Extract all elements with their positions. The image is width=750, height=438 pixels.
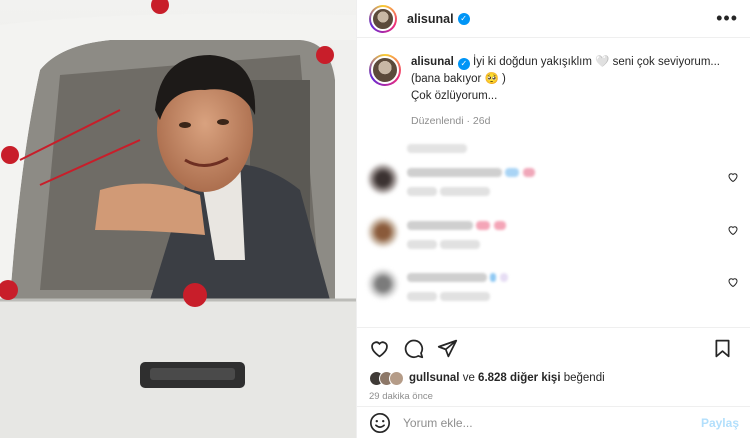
- list-item: [369, 268, 739, 308]
- likes-count-link[interactable]: 6.828 diğer kişi: [478, 372, 560, 384]
- caption-text-line2: Çok özlüyorum...: [411, 90, 498, 102]
- comment-avatar[interactable]: [369, 165, 397, 193]
- username-link[interactable]: alisunal: [407, 12, 454, 26]
- heart-icon[interactable]: [727, 171, 739, 183]
- caption: alisunal ✓ İyi ki doğdun yakışıklım 🤍 sen…: [357, 38, 750, 130]
- avatar[interactable]: [369, 4, 397, 33]
- first-liker-link[interactable]: gullsunal: [409, 372, 459, 384]
- list-item: [369, 216, 739, 256]
- post-timestamp[interactable]: 29 dakika önce: [369, 391, 739, 402]
- caption-meta: Düzenlendi · 26d: [411, 115, 491, 127]
- comment-avatar[interactable]: [369, 218, 397, 246]
- comment-input[interactable]: [403, 415, 701, 430]
- verified-badge-icon: ✓: [457, 12, 470, 25]
- liker-avatar[interactable]: [389, 370, 404, 386]
- caption-text-line1: İyi ki doğdun yakışıklım 🤍 seni çok sevi…: [411, 56, 720, 85]
- send-icon[interactable]: [437, 338, 458, 359]
- post-actions: gullsunal ve 6.828 diğer kişi beğendi 29…: [357, 327, 750, 402]
- post-header: alisunal ✓ •••: [357, 0, 750, 38]
- heart-icon[interactable]: [727, 224, 739, 236]
- blurred-heading: [407, 142, 467, 156]
- action-bar: [369, 328, 739, 368]
- caption-avatar[interactable]: [369, 54, 401, 86]
- comment-icon[interactable]: [403, 338, 424, 359]
- likes-suffix: beğendi: [563, 372, 605, 384]
- likes-joiner: ve: [462, 372, 475, 384]
- bookmark-icon[interactable]: [712, 338, 733, 359]
- photo-car-man: [0, 0, 356, 438]
- post-comment-button[interactable]: Paylaş: [701, 416, 739, 430]
- post-photo[interactable]: [0, 0, 356, 438]
- likes-summary: gullsunal ve 6.828 diğer kişi beğendi: [369, 368, 739, 388]
- list-item: [369, 163, 739, 203]
- heart-icon[interactable]: [727, 276, 739, 288]
- verified-badge-icon: ✓: [457, 58, 470, 70]
- likes-text: gullsunal ve 6.828 diğer kişi beğendi: [409, 372, 605, 384]
- heart-icon[interactable]: [369, 338, 390, 359]
- caption-username[interactable]: alisunal: [411, 56, 454, 68]
- more-options-icon[interactable]: •••: [716, 8, 738, 29]
- edited-label: Düzenlendi: [411, 115, 464, 127]
- post-age: 26d: [472, 115, 491, 127]
- emoji-icon[interactable]: [369, 412, 391, 434]
- instagram-post: alisunal ✓ ••• alisunal ✓ İyi ki doğdun y…: [0, 0, 750, 438]
- post-side-panel: alisunal ✓ ••• alisunal ✓ İyi ki doğdun y…: [356, 0, 750, 438]
- comment-avatar[interactable]: [369, 270, 397, 298]
- caption-body: alisunal ✓ İyi ki doğdun yakışıklım 🤍 sen…: [411, 54, 738, 130]
- comment-composer: Paylaş: [357, 406, 750, 438]
